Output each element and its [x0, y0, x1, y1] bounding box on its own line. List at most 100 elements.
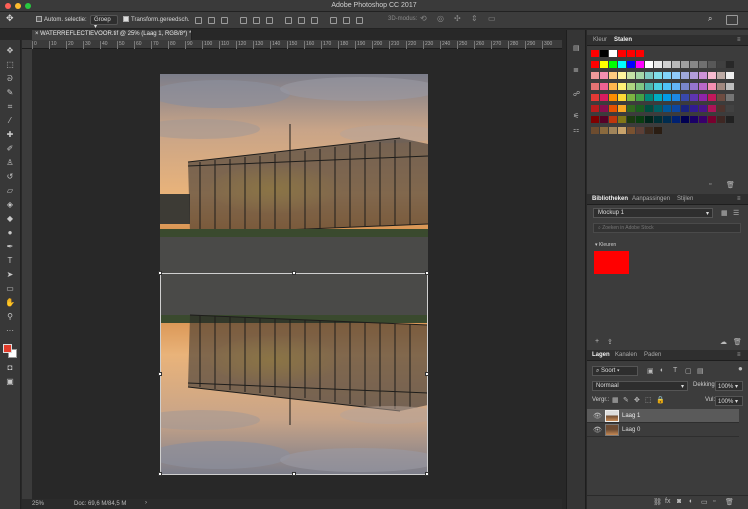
color-swatch[interactable]: [636, 83, 644, 90]
color-swatch[interactable]: [618, 72, 626, 79]
delete-library-item-icon[interactable]: 🗑: [733, 338, 742, 346]
color-swatch[interactable]: [690, 94, 698, 101]
eraser-tool-icon[interactable]: ▱: [3, 185, 17, 196]
lock-all-icon[interactable]: 🔒: [656, 396, 665, 404]
3d-rotate-icon[interactable]: ⟲: [420, 14, 427, 23]
brush-tool-icon[interactable]: ✐: [3, 143, 17, 154]
color-swatch[interactable]: [627, 94, 635, 101]
panel-menu-icon[interactable]: ≡: [737, 37, 741, 43]
filter-type-icon[interactable]: T: [673, 367, 677, 374]
color-swatch[interactable]: [600, 83, 608, 90]
filter-smart-object-icon[interactable]: ▤: [697, 367, 704, 375]
color-swatch[interactable]: [726, 83, 734, 90]
status-menu-icon[interactable]: ›: [145, 500, 147, 506]
move-tool-icon[interactable]: ✥: [3, 45, 17, 56]
color-swatch[interactable]: [645, 83, 653, 90]
pen-tool-icon[interactable]: ✒: [3, 241, 17, 252]
3d-pan-icon[interactable]: ✣: [454, 14, 461, 23]
filter-adjustment-icon[interactable]: ◐: [660, 367, 664, 374]
visibility-eye-icon[interactable]: 👁: [593, 412, 602, 420]
history-brush-icon[interactable]: ↺: [3, 171, 17, 182]
blur-tool-icon[interactable]: ◆: [3, 213, 17, 224]
layer-name[interactable]: Laag 0: [622, 427, 640, 433]
new-swatch-icon[interactable]: ▫: [709, 181, 711, 188]
add-mask-icon[interactable]: ◙: [677, 498, 681, 505]
library-select[interactable]: Mockup 1 ▾: [593, 208, 713, 218]
zoom-tool-icon[interactable]: ⚲: [3, 311, 17, 322]
paragraph-panel-icon[interactable]: ⚏: [573, 126, 579, 134]
document-tab[interactable]: × WATERREFLECTIEVOOR.tif @ 25% (Laag 1, …: [32, 30, 192, 40]
distribute-top-icon[interactable]: [285, 17, 292, 24]
eyedropper-tool-icon[interactable]: ⁄: [3, 115, 17, 126]
color-swatch[interactable]: [609, 72, 617, 79]
color-swatch[interactable]: [681, 83, 689, 90]
color-swatch[interactable]: [672, 94, 680, 101]
color-swatch[interactable]: [690, 83, 698, 90]
color-swatch[interactable]: [726, 94, 734, 101]
tab-aanpassingen[interactable]: Aanpassingen: [632, 196, 670, 202]
color-swatch[interactable]: [690, 105, 698, 112]
layer-filter-select[interactable]: ⌕ Soort ▾: [592, 366, 638, 376]
new-layer-icon[interactable]: ▫: [713, 498, 715, 505]
link-layers-icon[interactable]: ⛓: [653, 498, 662, 506]
color-swatch[interactable]: [654, 127, 662, 134]
more-tools-icon[interactable]: ···: [3, 325, 17, 336]
color-swatch[interactable]: [717, 61, 725, 68]
color-swatch[interactable]: [681, 116, 689, 123]
stock-search-input[interactable]: ⌕ Zoeken in Adobe Stock: [593, 223, 741, 233]
panel-menu-icon[interactable]: ≡: [737, 352, 741, 358]
auto-select-checkbox[interactable]: Autom. selectie:: [36, 16, 87, 23]
color-swatch[interactable]: [672, 61, 680, 68]
color-swatch[interactable]: [654, 105, 662, 112]
color-swatch[interactable]: [708, 83, 716, 90]
color-swatch[interactable]: [690, 61, 698, 68]
color-swatch[interactable]: [699, 105, 707, 112]
color-swatch[interactable]: [609, 105, 617, 112]
color-swatch[interactable]: [627, 72, 635, 79]
workspace-icon[interactable]: [726, 15, 738, 25]
align-top-icon[interactable]: [195, 17, 202, 24]
quick-select-tool-icon[interactable]: ✎: [3, 87, 17, 98]
color-swatch[interactable]: [681, 105, 689, 112]
lock-artboard-icon[interactable]: ⬚: [645, 396, 652, 404]
tab-stalen[interactable]: Stalen: [614, 37, 632, 43]
transform-handle-top[interactable]: [292, 271, 296, 275]
color-swatch[interactable]: [672, 72, 680, 79]
color-swatch[interactable]: [600, 50, 608, 57]
library-color-swatch[interactable]: [594, 251, 629, 274]
distribute-left-icon[interactable]: [330, 17, 337, 24]
delete-swatch-icon[interactable]: 🗑: [726, 181, 735, 189]
color-swatch[interactable]: [717, 83, 725, 90]
rectangle-tool-icon[interactable]: ▭: [3, 283, 17, 294]
color-swatch[interactable]: [600, 105, 608, 112]
color-swatch[interactable]: [654, 72, 662, 79]
color-swatch[interactable]: [699, 94, 707, 101]
color-swatch[interactable]: [708, 105, 716, 112]
fill-input[interactable]: 100% ▾: [715, 396, 743, 406]
paint-bucket-icon[interactable]: ◈: [3, 199, 17, 210]
color-swatch[interactable]: [618, 127, 626, 134]
visibility-eye-icon[interactable]: 👁: [593, 426, 602, 434]
transform-handle-right[interactable]: [425, 372, 429, 376]
color-swatch[interactable]: [690, 72, 698, 79]
colors-section-label[interactable]: ▾ Kleuren: [595, 242, 616, 248]
color-swatch[interactable]: [645, 61, 653, 68]
color-swatch[interactable]: [654, 61, 662, 68]
marquee-tool-icon[interactable]: ⬚: [3, 59, 17, 70]
tab-paden[interactable]: Paden: [644, 352, 661, 358]
color-swatch[interactable]: [591, 105, 599, 112]
color-swatch[interactable]: [717, 72, 725, 79]
tab-stijlen[interactable]: Stijlen: [677, 196, 693, 202]
add-library-item-icon[interactable]: +: [595, 338, 599, 345]
color-swatch[interactable]: [663, 105, 671, 112]
color-swatch[interactable]: [591, 83, 599, 90]
color-swatch[interactable]: [627, 116, 635, 123]
color-swatch[interactable]: [591, 72, 599, 79]
color-swatch[interactable]: [672, 105, 680, 112]
color-swatch[interactable]: [618, 50, 626, 57]
color-swatch[interactable]: [654, 83, 662, 90]
tab-lagen[interactable]: Lagen: [592, 352, 610, 358]
color-swatch[interactable]: [654, 94, 662, 101]
history-panel-icon[interactable]: ▤: [573, 44, 580, 52]
color-swatch[interactable]: [726, 105, 734, 112]
